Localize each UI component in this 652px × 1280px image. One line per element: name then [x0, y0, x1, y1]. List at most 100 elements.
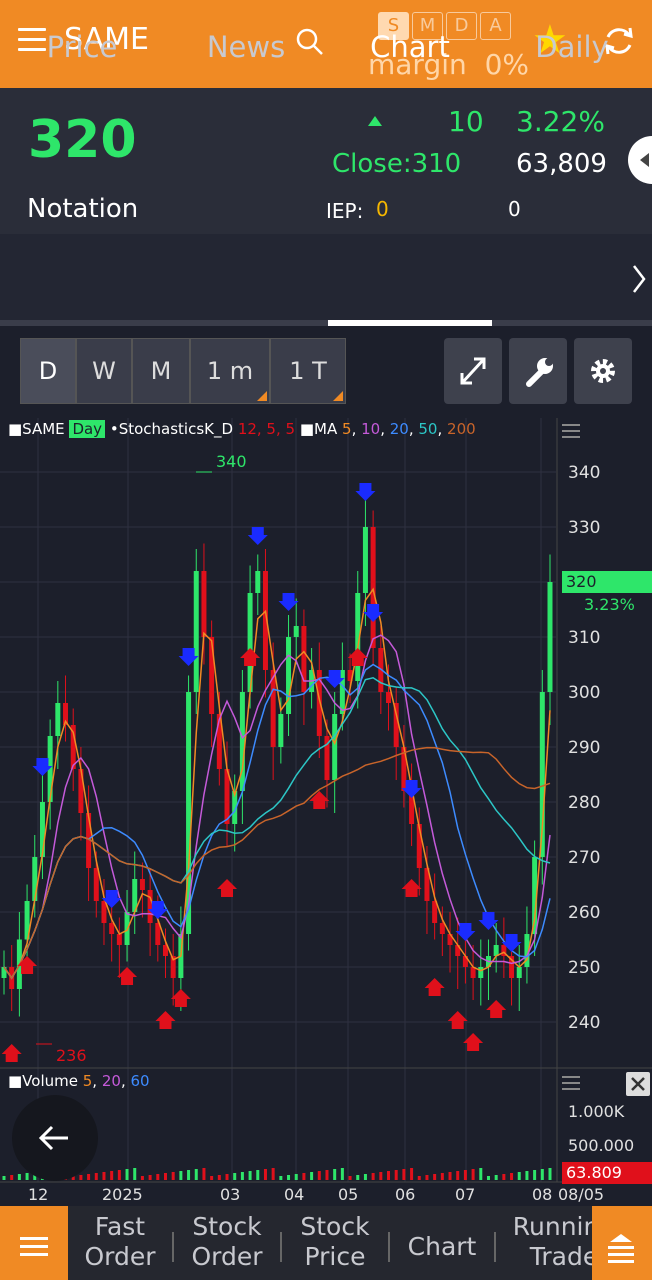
last-price-pct: 3.23% — [584, 595, 635, 614]
nav-stock-order[interactable]: Stock Order — [182, 1212, 272, 1272]
buy-arrow-icon — [217, 879, 238, 897]
vol-ma-5: 5 — [82, 1072, 93, 1090]
y-tick: 240 — [568, 1013, 601, 1033]
volume-bar — [417, 1176, 421, 1180]
period-m-button[interactable]: M — [132, 338, 190, 404]
volume-bar — [179, 1171, 183, 1180]
vol-ma-20: 20 — [101, 1072, 121, 1090]
close-volume-button[interactable] — [626, 1072, 650, 1096]
panel-menu-icon — [562, 1076, 580, 1078]
period-d-button[interactable]: D — [20, 338, 76, 404]
nav-stock-price[interactable]: Stock Price — [290, 1212, 380, 1272]
candle-body — [478, 967, 484, 978]
buy-arrow-icon — [155, 1011, 176, 1029]
chevron-right-icon[interactable] — [632, 264, 646, 294]
settings-button[interactable] — [574, 338, 632, 404]
tab-chart[interactable]: Chart — [328, 30, 492, 64]
volume-bar — [356, 1175, 360, 1180]
last-price-tag: 320 — [562, 571, 652, 593]
tab-price[interactable]: Price — [0, 30, 164, 64]
volume-bar — [225, 1174, 229, 1180]
volume-bar — [140, 1176, 144, 1180]
buy-arrow-icon — [1, 1044, 22, 1062]
volume-bar — [471, 1169, 475, 1180]
volume-bar — [240, 1172, 244, 1180]
close-price: Close:310 — [332, 149, 462, 179]
ma-line — [3, 587, 551, 980]
gear-icon — [591, 359, 615, 383]
tab-news[interactable]: News — [164, 30, 328, 64]
period-1m-label: 1 m — [206, 357, 254, 385]
candle-body — [32, 857, 38, 901]
candle-body — [116, 934, 122, 945]
back-button[interactable] — [12, 1095, 98, 1181]
period-1t-label: 1 T — [289, 357, 327, 385]
panel-menu-icon — [562, 1088, 580, 1090]
volume-bar — [148, 1175, 152, 1180]
volume-bar — [363, 1174, 367, 1180]
volume-bar — [340, 1168, 344, 1180]
volume-bar — [379, 1172, 383, 1180]
scroll-menu-icon[interactable] — [606, 1232, 636, 1266]
panel-menu-icon — [562, 424, 580, 426]
nav-running-trade[interactable]: Running Trade — [504, 1212, 592, 1278]
iep-value: 0 — [376, 197, 389, 221]
candle-body — [516, 967, 522, 978]
volume-bar — [294, 1174, 298, 1180]
nav-fast-order[interactable]: Fast Order — [78, 1212, 162, 1272]
wrench-icon — [526, 358, 553, 387]
candle-body — [55, 703, 61, 736]
nav-separator — [494, 1232, 496, 1262]
buy-arrow-icon — [424, 978, 445, 996]
volume-bar — [517, 1172, 521, 1180]
volume-bar — [117, 1170, 121, 1180]
volume-bar — [440, 1173, 444, 1180]
volume-bar — [325, 1170, 329, 1180]
legend-stoch-params: 12, 5, 5 — [237, 420, 296, 438]
candle-body — [255, 571, 261, 593]
candle-body — [386, 692, 392, 703]
x-tick: 04 — [284, 1185, 305, 1204]
up-arrow-icon — [368, 116, 382, 126]
volume-bar — [210, 1176, 214, 1180]
nav-label: Running Trade — [512, 1212, 592, 1271]
buy-arrow-icon — [170, 989, 191, 1007]
nav-separator — [280, 1232, 282, 1262]
volume-bar — [163, 1173, 167, 1180]
candle-body — [201, 571, 207, 637]
period-1t-button[interactable]: 1 T — [270, 338, 346, 404]
low-label: 236 — [56, 1046, 87, 1065]
menu-icon[interactable] — [20, 1235, 48, 1259]
candle-body — [193, 571, 199, 692]
candle-body — [370, 527, 376, 648]
panel-menu-icon — [562, 436, 580, 438]
buy-arrow-icon — [309, 791, 330, 809]
nav-chart[interactable]: Chart — [398, 1232, 486, 1262]
tools-button[interactable] — [509, 338, 567, 404]
volume-legend: ■Volume 5, 20, 60 — [8, 1072, 150, 1090]
period-1m-button[interactable]: 1 m — [190, 338, 270, 404]
tab-daily[interactable]: Daily — [490, 30, 652, 64]
buy-arrow-icon — [240, 648, 261, 666]
expand-icon — [460, 357, 486, 385]
nav-separator — [388, 1232, 390, 1262]
candle-body — [93, 868, 99, 901]
x-tick: 2025 — [102, 1185, 143, 1204]
volume-bar — [248, 1171, 252, 1180]
volume-bar — [510, 1173, 514, 1180]
volume-bar — [310, 1172, 314, 1180]
candle-body — [332, 714, 338, 780]
nav-label: Stock Order — [191, 1212, 263, 1271]
volume-value: 63,809 — [516, 149, 607, 179]
y-tick: 260 — [568, 903, 601, 923]
expand-button[interactable] — [444, 338, 502, 404]
stock-name: Notation — [27, 194, 139, 224]
x-tick: 05 — [338, 1185, 359, 1204]
legend-ma-5: 5 — [342, 420, 352, 438]
period-w-button[interactable]: W — [76, 338, 132, 404]
buy-arrow-icon — [447, 1011, 468, 1029]
sell-arrow-icon — [247, 527, 268, 545]
volume-bar — [394, 1170, 398, 1180]
volume-bar — [433, 1174, 437, 1180]
candle-body — [109, 923, 115, 934]
